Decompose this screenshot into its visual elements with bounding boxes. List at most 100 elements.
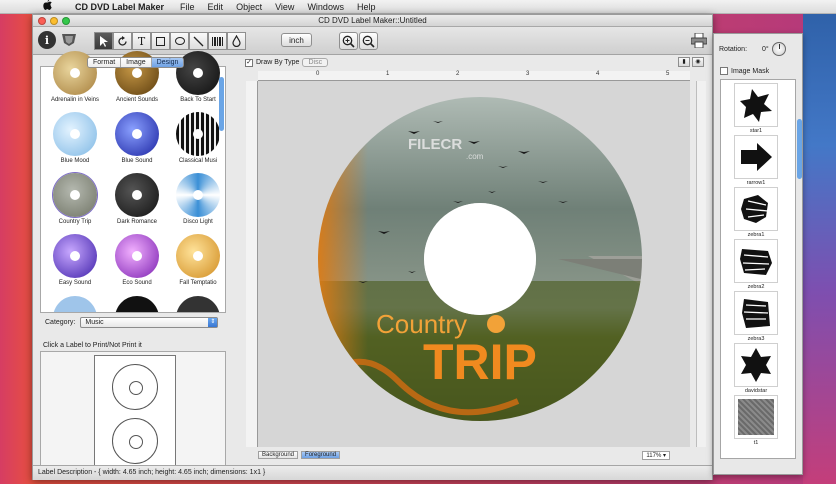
ruler-tick: 4 [596,71,600,77]
right-arrow-shape-icon [741,143,772,171]
layer-bar: Background Foreground 117% ▾ [258,449,690,461]
layer-foreground-button[interactable]: Foreground [301,451,341,459]
design-disc [115,234,159,278]
ellipse-tool-icon[interactable] [170,32,189,50]
rectangle-tool-icon[interactable] [151,32,170,50]
shape-item[interactable]: t1 [728,395,784,446]
zoom-out-icon[interactable] [359,32,378,50]
design-thumb[interactable]: Blue Mood [46,112,104,164]
watermark-sub-text: .com [466,152,484,161]
design-thumb[interactable]: Blue Sound [108,112,166,164]
shapes-scrollbar[interactable] [797,79,802,459]
ruler-tick: 2 [456,71,460,77]
shape-item[interactable]: zebra2 [728,239,784,290]
menu-edit[interactable]: Edit [208,2,224,12]
menu-app-name[interactable]: CD DVD Label Maker [75,2,164,12]
draw-by-type-label: Draw By Type [256,59,300,66]
design-label: Blue Mood [60,158,90,164]
shape-item[interactable]: zebra3 [728,291,784,342]
canvas-vertical-scrollbar[interactable] [696,81,706,447]
shape-item[interactable]: davidstar [728,343,784,394]
zoom-in-icon[interactable] [339,32,358,50]
ruler-horizontal: 0 1 2 3 4 5 [258,71,690,81]
select-tool-icon[interactable] [94,32,113,50]
view-buttons: ▮ ◉ [678,57,704,67]
disc-button[interactable]: Disc [302,58,329,67]
category-value: Music [85,319,104,326]
menu-file[interactable]: File [180,2,195,12]
label-dot [487,315,505,333]
shape-item[interactable]: star1 [728,83,784,134]
tab-format[interactable]: Format [88,58,122,67]
info-icon[interactable]: i [38,31,56,49]
page-view-icon[interactable]: ▮ [678,57,690,67]
menu-object[interactable]: Object [236,2,262,12]
design-disc [176,112,220,156]
menu-help[interactable]: Help [357,2,376,12]
design-thumb[interactable]: Country Trip [46,173,104,225]
shape-label: t1 [753,440,759,446]
design-thumb[interactable] [46,296,104,312]
design-thumb[interactable] [108,296,166,312]
design-grid-scrollbar[interactable] [219,69,224,309]
left-panel: Adrenalin in Veins Ancient Sounds Back T… [39,51,226,469]
shape-label: rarrow1 [746,180,766,186]
text-tool-icon[interactable]: T [132,32,151,50]
zoom-select[interactable]: 117% ▾ [642,450,670,460]
image-mask-label: Image Mask [731,67,770,75]
design-label: Eco Sound [122,280,152,286]
design-disc [176,173,220,217]
design-label: Dark Romance [116,219,157,225]
zoom-value: 117% [646,452,662,459]
desktop-wallpaper [803,0,836,484]
tab-image[interactable]: Image [121,58,152,67]
ruler-vertical [246,81,258,447]
tab-design[interactable]: Design [151,58,184,67]
zebra-shape-icon [742,299,770,328]
preview-label-2[interactable] [112,418,158,464]
fill-tool-icon[interactable] [227,32,246,50]
rotation-row: Rotation: 0° [719,42,786,56]
line-tool-icon[interactable] [189,32,208,50]
design-thumb[interactable]: Dark Romance [108,173,166,225]
canvas-area: ✓ Draw By Type Disc ▮ ◉ 0 1 2 3 4 5 FILE… [240,55,712,465]
eye-icon[interactable]: ◉ [692,57,704,67]
cd-label-artwork[interactable]: FILECR .com Country TRIP [258,81,698,447]
label-title-line2[interactable]: TRIP [423,334,537,390]
category-row: Category: Music ⇕ [45,317,219,328]
design-canvas[interactable]: FILECR .com Country TRIP [258,81,698,447]
image-mask-checkbox[interactable] [720,67,728,75]
texture-shape-icon [738,399,774,435]
menu-view[interactable]: View [275,2,294,12]
zebra-shape-icon [740,249,772,275]
apple-menu-icon[interactable] [38,0,56,13]
design-disc [176,296,220,312]
rotate-tool-icon[interactable] [113,32,132,50]
window-titlebar: CD DVD Label Maker::Untitled [33,15,712,27]
design-disc [53,234,97,278]
category-select[interactable]: Music ⇕ [80,317,219,328]
print-icon[interactable] [690,31,708,49]
window-title: CD DVD Label Maker::Untitled [318,16,427,25]
design-thumb[interactable]: Eco Sound [108,234,166,286]
design-disc [53,112,97,156]
close-window-button[interactable] [38,17,46,25]
rotation-dial-icon[interactable] [771,42,786,56]
layer-background-button[interactable]: Background [258,451,299,459]
menu-windows[interactable]: Windows [307,2,344,12]
design-disc [115,173,159,217]
design-thumb[interactable]: Easy Sound [46,234,104,286]
preview-label-1[interactable] [112,364,158,410]
rotation-value: 0° [762,45,769,53]
minimize-window-button[interactable] [50,17,58,25]
shape-item[interactable]: rarrow1 [728,135,784,186]
zoom-window-button[interactable] [62,17,70,25]
unit-button[interactable]: inch [281,33,312,47]
barcode-tool-icon[interactable] [208,32,227,50]
draw-by-type-checkbox[interactable]: ✓ [245,58,253,67]
zebra-shape-icon [741,195,769,223]
category-label: Category: [45,319,76,326]
shield-icon[interactable] [60,32,78,48]
shape-item[interactable]: zebra1 [728,187,784,238]
design-disc [53,296,97,312]
